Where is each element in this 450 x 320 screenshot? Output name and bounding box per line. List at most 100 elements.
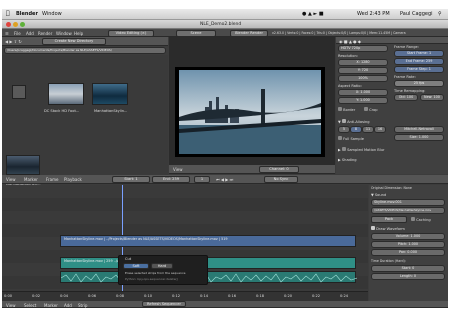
cut-soft-option[interactable]: Soft [123,263,149,269]
full-sample-checkbox[interactable]: Full Sample [338,136,364,141]
resolution-x[interactable]: X: 1280 [338,59,388,66]
info-menu-icon[interactable]: ☰ [5,31,9,36]
strip-start[interactable]: Start: 0 [371,265,445,272]
footer-add[interactable]: Add [64,303,72,308]
tick-5: 0:10 [144,294,153,298]
original-dimension: Original Dimension: None [371,186,412,190]
filter-size[interactable]: Size: 1.000 [394,134,444,141]
popup-title: Cut [125,257,132,261]
footer-marker[interactable]: Marker [44,303,58,308]
aspect-y[interactable]: Y: 1.000 [338,97,388,104]
file-browser-header: ◀ ▶ ⇧ ↻ Create New Directory [2,37,168,46]
sound-strip[interactable]: ManhattanSkyline.mov | 259 ../ASSETS/VID… [60,257,356,269]
crop-checkbox[interactable]: Crop [364,107,378,112]
aa-11[interactable]: 11 [362,126,374,133]
playback-controls[interactable]: ⏮ ◀ ▶ ⏭ [216,177,233,182]
footer-view[interactable]: View [6,303,16,308]
time-ruler[interactable]: 0:00 0:02 0:04 0:06 0:08 0:10 0:12 0:14 … [2,291,368,301]
resolution-percent[interactable]: 100% [338,75,388,82]
file-thumb-3[interactable] [6,155,40,175]
remap-old[interactable]: Old: 100 [394,94,418,101]
render-tab-icon[interactable]: ◉ ■ ▲ ● ◆ [339,39,361,44]
preview-frame [175,67,325,157]
cut-hard-option[interactable]: Hard [151,263,173,269]
menu-file[interactable]: File [14,31,21,36]
strip-length[interactable]: Length: 0 [371,273,445,280]
aa-filter[interactable]: Mitchell-Netravali [394,126,444,133]
scene-selector[interactable]: Scene [176,29,216,37]
app-menu-blender[interactable]: Blender [16,11,38,17]
resolution-label: Resolution: [338,54,358,58]
shading-panel[interactable]: ▶ Shading [338,158,357,162]
timeline-end[interactable]: End: 259 [152,176,190,183]
close-icon[interactable] [6,22,11,27]
frame-range-label: Frame Range: [394,45,419,49]
volume-field[interactable]: Volume: 1.000 [371,233,445,240]
file-path-field[interactable]: /Users/pcaggegi/Documents/Projects/Blend… [4,47,166,54]
preview-channel[interactable]: Channel: 0 [259,166,299,173]
frame-rate[interactable]: 25 fps [394,80,444,87]
pack-button[interactable]: Pack [371,216,407,223]
menu-help[interactable]: Help [74,31,83,36]
user-name[interactable]: Paul Caggegi [400,11,433,17]
end-frame[interactable]: End Frame: 259 [394,58,444,65]
aspect-x[interactable]: X: 1.000 [338,89,388,96]
apple-icon[interactable]:  [6,10,10,17]
tick-8: 0:16 [228,294,237,298]
tick-6: 0:12 [172,294,181,298]
caching-checkbox[interactable]: Caching [411,217,431,222]
aa-16[interactable]: 16 [374,126,386,133]
timeline-current-frame[interactable]: 1 [194,176,210,183]
anti-aliasing-toggle[interactable]: ▼ Anti-Aliasing [338,119,370,124]
render-engine-selector[interactable]: Blender Render [230,29,268,37]
movie-strip[interactable]: ManhattanSkyline.mov | ../Projects/Blend… [60,235,356,247]
sequencer-preview: View Channel: 0 [169,37,335,174]
menu-add[interactable]: Add [26,31,34,36]
timeline-start[interactable]: Start: 1 [112,176,150,183]
sound-panel-toggle[interactable]: ▼ Sound [371,193,386,197]
zoom-icon[interactable] [20,22,25,27]
timeline-playback-menu[interactable]: Playback [64,177,82,182]
resolution-y[interactable]: Y: 720 [338,67,388,74]
preview-header: View Channel: 0 [169,165,335,174]
tick-11: 0:22 [312,294,321,298]
file-thumb-folder[interactable] [12,85,26,99]
menu-render[interactable]: Render [38,31,52,36]
time-duration-label: Time Duration (Hard): [371,259,406,263]
timeline-view-menu[interactable]: View [6,177,16,182]
render-preset[interactable]: HDTV 720p [338,45,388,52]
preview-view-menu[interactable]: View [173,167,183,172]
footer-strip[interactable]: Strip [78,303,87,308]
refresh-sequencer-button[interactable]: Refresh Sequencer [142,301,186,307]
draw-waveform-checkbox[interactable]: Draw Waveform [371,226,405,231]
window-menu[interactable]: Window [42,11,62,17]
file-nav-icons[interactable]: ◀ ▶ ⇧ ↻ [5,39,22,44]
motion-blur-panel[interactable]: ▶ Sampled Motion Blur [338,147,385,152]
sound-datablock[interactable]: Skyline.mov.001 [371,199,445,206]
frame-step[interactable]: Frame Step: 1 [394,66,444,73]
aa-5[interactable]: 5 [338,126,350,133]
layout-selector[interactable]: Video Editing (×) [108,29,154,37]
sync-mode[interactable]: No Sync [264,176,298,183]
strip-properties-panel: Original Dimension: None ▼ Sound Skyline… [369,185,448,301]
timeline-frame-menu[interactable]: Frame [46,177,58,182]
tick-3: 0:06 [88,294,97,298]
minimize-icon[interactable] [13,22,18,27]
pitch-field[interactable]: Pitch: 1.000 [371,241,445,248]
skyline-image [179,70,321,154]
audio-waveform-strip[interactable] [60,271,357,283]
create-directory-button[interactable]: Create New Directory [42,38,106,45]
timeline-marker-menu[interactable]: Marker [24,177,38,182]
file-thumb-2[interactable] [92,83,128,105]
menu-window[interactable]: Window [56,31,72,36]
footer-select[interactable]: Select [24,303,36,308]
spotlight-icon[interactable]: ⚲ [438,11,442,17]
remap-new[interactable]: New: 100 [420,94,444,101]
aa-8[interactable]: 8 [350,126,362,133]
sequencer-footer: View Select Marker Add Strip Refresh Seq… [2,301,448,308]
sound-path[interactable]: //ASSETS/VIDEOS/ManhattanSkyline.mov [371,207,445,214]
border-checkbox[interactable]: Border [338,107,355,112]
file-thumb-1[interactable] [48,83,84,105]
pan-field[interactable]: Pan: 0.000 [371,249,445,256]
start-frame[interactable]: Start Frame: 1 [394,50,444,57]
